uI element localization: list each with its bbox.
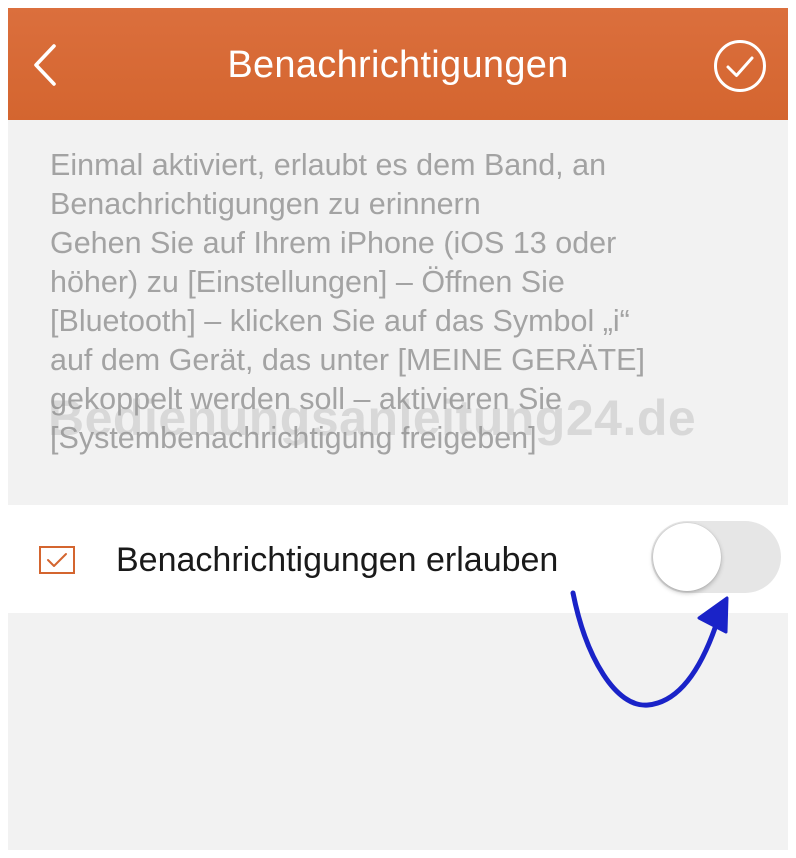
checkbox-icon [39, 546, 75, 574]
toggle-knob [653, 523, 721, 591]
description-line: Einmal aktiviert, erlaubt es dem Band, a… [50, 148, 607, 182]
description-line: [Bluetooth] – klicken Sie auf das Symbol… [50, 304, 630, 338]
permission-label: Benachrichtigungen erlauben [116, 541, 559, 579]
nav-header: Benachrichtigungen [8, 8, 788, 120]
permission-row: Benachrichtigungen erlauben [8, 505, 788, 613]
description-line: Benachrichtigungen zu erinnern [50, 187, 481, 221]
notification-toggle[interactable] [651, 521, 781, 593]
check-circle-icon [714, 40, 766, 92]
description-line: auf dem Gerät, das unter [MEINE GERÄTE] [50, 343, 645, 377]
watermark: Bedienungsanleitung24.de [48, 390, 697, 446]
app-screen: Benachrichtigungen Einmal aktiviert, erl… [8, 8, 788, 850]
description-line: Gehen Sie auf Ihrem iPhone (iOS 13 oder [50, 226, 617, 260]
description-line: höher) zu [Einstellungen] – Öffnen Sie [50, 265, 565, 299]
page-title: Benachrichtigungen [227, 44, 569, 86]
confirm-button[interactable] [712, 38, 768, 94]
